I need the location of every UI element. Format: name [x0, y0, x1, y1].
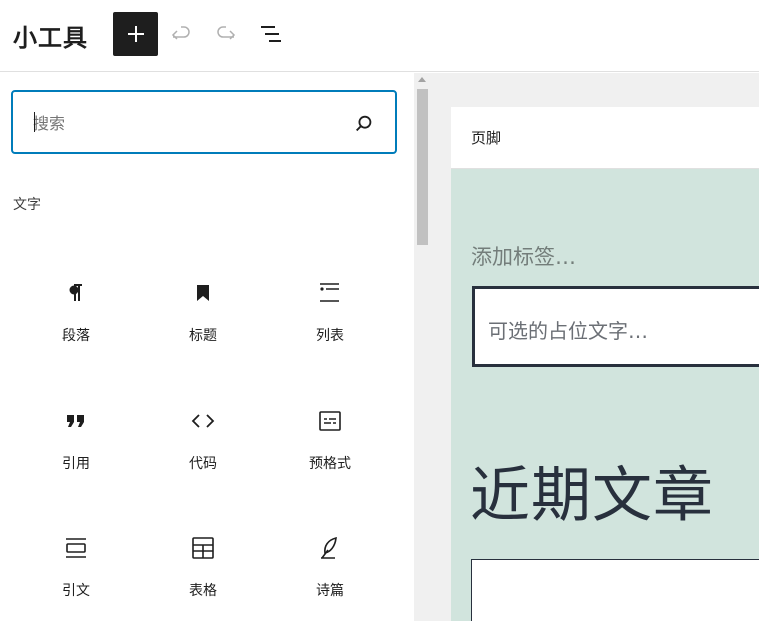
pullquote-icon — [64, 536, 88, 560]
widget-area-title[interactable]: 页脚 — [451, 107, 759, 169]
redo-button[interactable] — [212, 20, 240, 48]
block-inserter-panel: 文字 段落 标题 列表 引用 代码 预格式 — [0, 73, 415, 621]
block-label: 引文 — [62, 583, 90, 599]
search-widget-label[interactable]: 添加标签… — [471, 241, 576, 271]
panel-scrollbar[interactable] — [414, 73, 431, 621]
editor-canvas: 页脚 添加标签… 可选的占位文字… 近期文章 — [431, 73, 759, 621]
redo-icon — [217, 26, 236, 40]
block-label: 段落 — [62, 328, 90, 344]
list-icon — [318, 281, 342, 305]
block-heading[interactable]: 标题 — [148, 255, 258, 365]
heading-icon — [191, 281, 215, 305]
block-label: 列表 — [316, 328, 344, 344]
preformatted-icon — [318, 409, 342, 433]
editor-header: 小工具 — [0, 0, 759, 72]
widget-area-content: 添加标签… 可选的占位文字… 近期文章 — [451, 169, 759, 621]
code-icon — [191, 409, 215, 433]
paragraph-icon — [64, 281, 88, 305]
block-paragraph[interactable]: 段落 — [21, 255, 131, 365]
block-label: 标题 — [189, 328, 217, 344]
category-label: 文字 — [13, 197, 41, 213]
block-label: 预格式 — [309, 456, 351, 472]
block-list[interactable]: 列表 — [275, 255, 385, 365]
block-preformatted[interactable]: 预格式 — [275, 383, 385, 493]
block-label: 诗篇 — [316, 583, 344, 599]
block-verse[interactable]: 诗篇 — [275, 510, 385, 620]
block-table[interactable]: 表格 — [148, 510, 258, 620]
block-label: 引用 — [62, 456, 90, 472]
undo-button[interactable] — [167, 20, 195, 48]
recent-posts-list[interactable] — [471, 559, 759, 621]
search-input[interactable] — [33, 111, 333, 135]
list-view-icon — [261, 26, 281, 42]
block-pullquote[interactable]: 引文 — [21, 510, 131, 620]
verse-icon — [318, 536, 342, 560]
quote-icon — [64, 409, 88, 433]
block-label: 代码 — [189, 456, 217, 472]
add-block-button[interactable] — [113, 12, 158, 56]
search-icon[interactable] — [353, 113, 375, 135]
plus-icon — [127, 26, 144, 42]
table-icon — [191, 536, 215, 560]
block-quote[interactable]: 引用 — [21, 383, 131, 493]
search-widget-input[interactable]: 可选的占位文字… — [472, 286, 759, 367]
scroll-thumb[interactable] — [417, 89, 428, 245]
text-caret — [34, 112, 35, 132]
widget-area-footer[interactable]: 页脚 添加标签… 可选的占位文字… 近期文章 — [451, 107, 759, 621]
block-code[interactable]: 代码 — [148, 383, 258, 493]
block-search — [11, 90, 397, 154]
recent-posts-heading[interactable]: 近期文章 — [470, 447, 714, 534]
undo-icon — [171, 26, 190, 40]
page-title: 小工具 — [13, 24, 88, 52]
list-view-button[interactable] — [257, 20, 285, 48]
search-widget-placeholder: 可选的占位文字… — [488, 319, 648, 343]
block-label: 表格 — [189, 583, 217, 599]
scroll-up-arrow-icon[interactable] — [418, 77, 426, 82]
